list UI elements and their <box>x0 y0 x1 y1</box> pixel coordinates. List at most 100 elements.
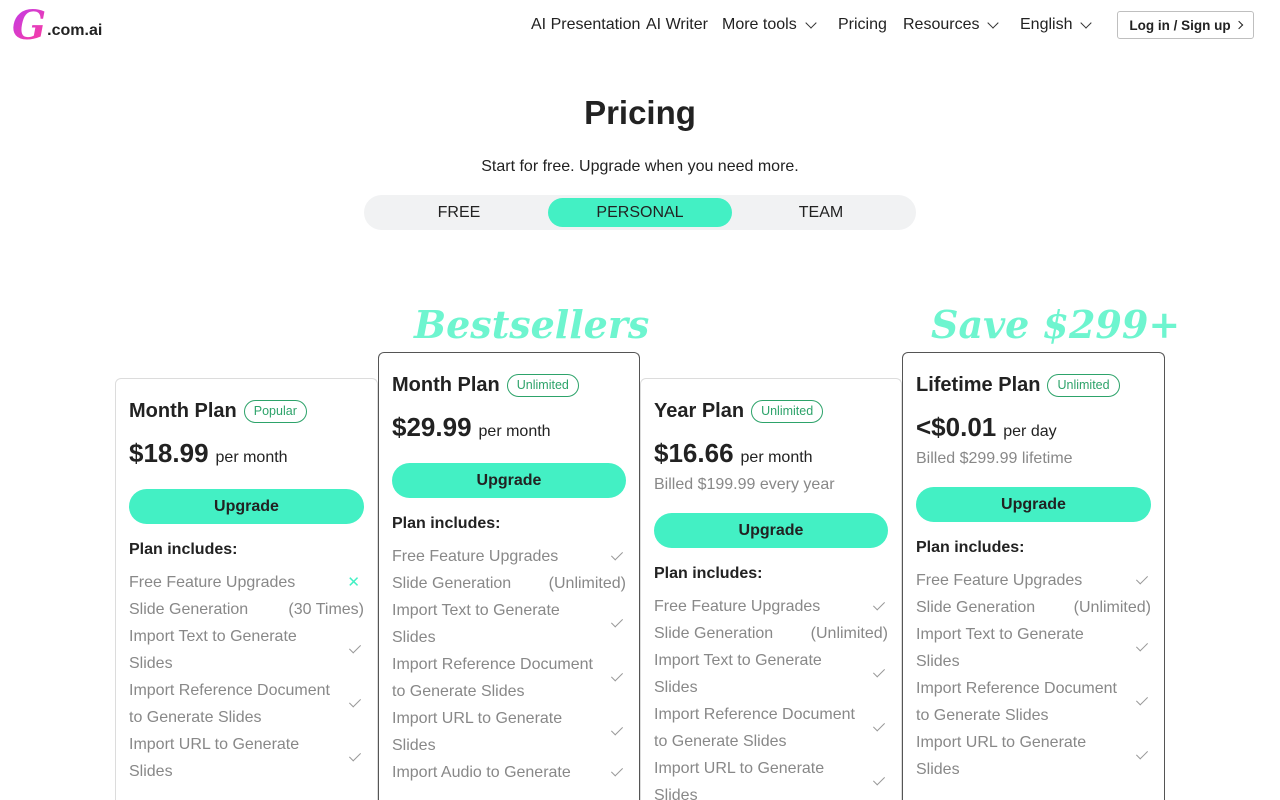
tab-team[interactable]: TEAM <box>729 198 913 227</box>
check-icon <box>1135 639 1149 652</box>
plan-badge: Unlimited <box>751 399 824 423</box>
site-header: G .com.ai AI Presentation AI Writer More… <box>0 0 1280 50</box>
nav-pricing-label: Pricing <box>838 16 887 33</box>
feature-row: Import Text to Generate Slides <box>916 621 1151 675</box>
feature-label: Import Text to Generate Slides <box>654 652 822 696</box>
feature-list: Free Feature Upgrades Slide Generation (… <box>654 593 888 800</box>
feature-label: Import Reference Document to Generate Sl… <box>916 680 1117 724</box>
page-title: Pricing <box>584 94 696 131</box>
feature-value: (Unlimited) <box>548 575 626 592</box>
feature-label: Import URL to Generate Slides <box>654 760 825 800</box>
page-subtitle: Start for free. Upgrade when you need mo… <box>481 158 799 175</box>
feature-label: Import Text to Generate Slides <box>392 602 560 646</box>
upgrade-button[interactable]: Upgrade <box>129 489 364 524</box>
nav-ai-writer-label: AI Writer <box>646 16 708 33</box>
login-signup-button[interactable]: Log in / Sign up <box>1117 11 1254 39</box>
check-icon <box>348 749 362 762</box>
check-icon <box>610 723 624 736</box>
logo[interactable]: G .com.ai <box>12 2 103 49</box>
feature-row: Import Reference Document to Generate Sl… <box>916 675 1151 729</box>
language-label: English <box>1020 16 1073 33</box>
chevron-down-icon <box>805 17 817 29</box>
bestsellers-banner: Bestsellers <box>414 302 650 347</box>
feature-label: Slide Generation <box>129 601 249 618</box>
feature-value: (Unlimited) <box>810 625 888 642</box>
feature-value: (Unlimited) <box>1073 599 1151 616</box>
feature-label: Slide Generation <box>392 575 512 592</box>
nav-pricing[interactable]: Pricing <box>838 16 887 34</box>
feature-label: Import Text to Generate Slides <box>129 628 297 672</box>
language-selector[interactable]: English <box>1020 16 1093 34</box>
feature-row: Free Feature Upgrades <box>654 593 888 620</box>
feature-label: Free Feature Upgrades <box>654 598 821 615</box>
check-icon <box>872 719 886 732</box>
logo-letter: G <box>12 2 47 49</box>
check-icon <box>610 615 624 628</box>
feature-row: Import Text to Generate Slides <box>654 647 888 701</box>
check-icon <box>1135 571 1149 585</box>
plan-type-tabs: FREE PERSONAL TEAM <box>364 195 916 230</box>
chevron-down-icon <box>1080 17 1093 29</box>
plan-name: Month Plan <box>129 399 237 422</box>
feature-row: Import Text to Generate Slides <box>129 623 364 677</box>
feature-label: Import Text to Generate Slides <box>916 626 1084 670</box>
logo-domain: .com.ai <box>47 22 103 39</box>
plan-billing-note: Billed $299.99 lifetime <box>916 450 1073 467</box>
check-icon <box>872 665 886 678</box>
upgrade-button[interactable]: Upgrade <box>916 487 1151 522</box>
plan-name: Lifetime Plan <box>916 373 1041 396</box>
plan-badge: Unlimited <box>1047 373 1120 397</box>
tab-free[interactable]: FREE <box>367 198 551 227</box>
plan-badge: Popular <box>243 399 307 423</box>
check-icon <box>1135 693 1149 706</box>
nav-ai-presentation-label: AI Presentation <box>531 16 641 33</box>
plan-price: $29.99 <box>392 412 472 442</box>
tab-personal[interactable]: PERSONAL <box>548 198 732 227</box>
feature-list: Free Feature Upgrades Slide Generation (… <box>392 543 626 786</box>
feature-row: Import URL to Generate Slides <box>129 731 364 785</box>
plan-period: per month <box>740 449 813 466</box>
feature-row: Import Reference Document to Generate Sl… <box>392 651 626 705</box>
feature-row: Import Audio to Generate <box>392 759 626 786</box>
plan-period: per day <box>1003 423 1057 440</box>
feature-row: Slide Generation (Unlimited) <box>392 570 626 597</box>
feature-label: Free Feature Upgrades <box>392 548 559 565</box>
feature-row: Import Text to Generate Slides <box>392 597 626 651</box>
chevron-down-icon <box>987 17 1000 29</box>
check-icon <box>610 763 624 777</box>
nav-more-tools[interactable]: More tools <box>722 16 817 34</box>
feature-row: Import URL to Generate Slides <box>916 729 1151 783</box>
plan-badge: Unlimited <box>506 373 579 397</box>
check-icon <box>872 773 886 786</box>
feature-label: Import URL to Generate Slides <box>916 734 1087 778</box>
feature-label: Slide Generation <box>916 599 1036 616</box>
plan-price: $16.66 <box>654 438 734 468</box>
check-icon <box>1135 747 1149 760</box>
feature-list: Free Feature Upgrades Slide Generation (… <box>916 567 1151 783</box>
feature-row: Slide Generation (Unlimited) <box>654 620 888 647</box>
feature-list: Free Feature Upgrades ✕ Slide Generation… <box>129 569 364 785</box>
feature-label: Import Audio to Generate <box>392 764 571 781</box>
plan-card-month-popular: Month Plan Popular $18.99 per month Upgr… <box>115 378 378 800</box>
upgrade-button[interactable]: Upgrade <box>392 463 626 498</box>
feature-label: Free Feature Upgrades <box>916 572 1083 589</box>
plan-price: $18.99 <box>129 438 209 468</box>
feature-row: Free Feature Upgrades ✕ <box>129 569 364 596</box>
feature-label: Import Reference Document to Generate Sl… <box>392 656 593 700</box>
plan-name: Month Plan <box>392 373 500 396</box>
feature-label: Free Feature Upgrades <box>129 574 296 591</box>
feature-row: Import Reference Document to Generate Sl… <box>129 677 364 731</box>
plan-period: per month <box>478 423 551 440</box>
plan-includes-heading: Plan includes: <box>654 565 763 582</box>
check-icon <box>348 641 362 654</box>
feature-label: Import URL to Generate Slides <box>392 710 563 754</box>
nav-ai-presentation[interactable]: AI Presentation <box>531 16 640 34</box>
plan-name: Year Plan <box>654 399 745 422</box>
upgrade-button[interactable]: Upgrade <box>654 513 888 548</box>
nav-resources[interactable]: Resources <box>903 16 1000 34</box>
plan-billing-note: Billed $199.99 every year <box>654 476 835 493</box>
nav-ai-writer[interactable]: AI Writer <box>646 16 708 34</box>
nav-more-tools-label: More tools <box>722 16 797 33</box>
plan-card-month-unlimited: Month Plan Unlimited $29.99 per month Up… <box>378 352 640 800</box>
feature-label: Slide Generation <box>654 625 774 642</box>
